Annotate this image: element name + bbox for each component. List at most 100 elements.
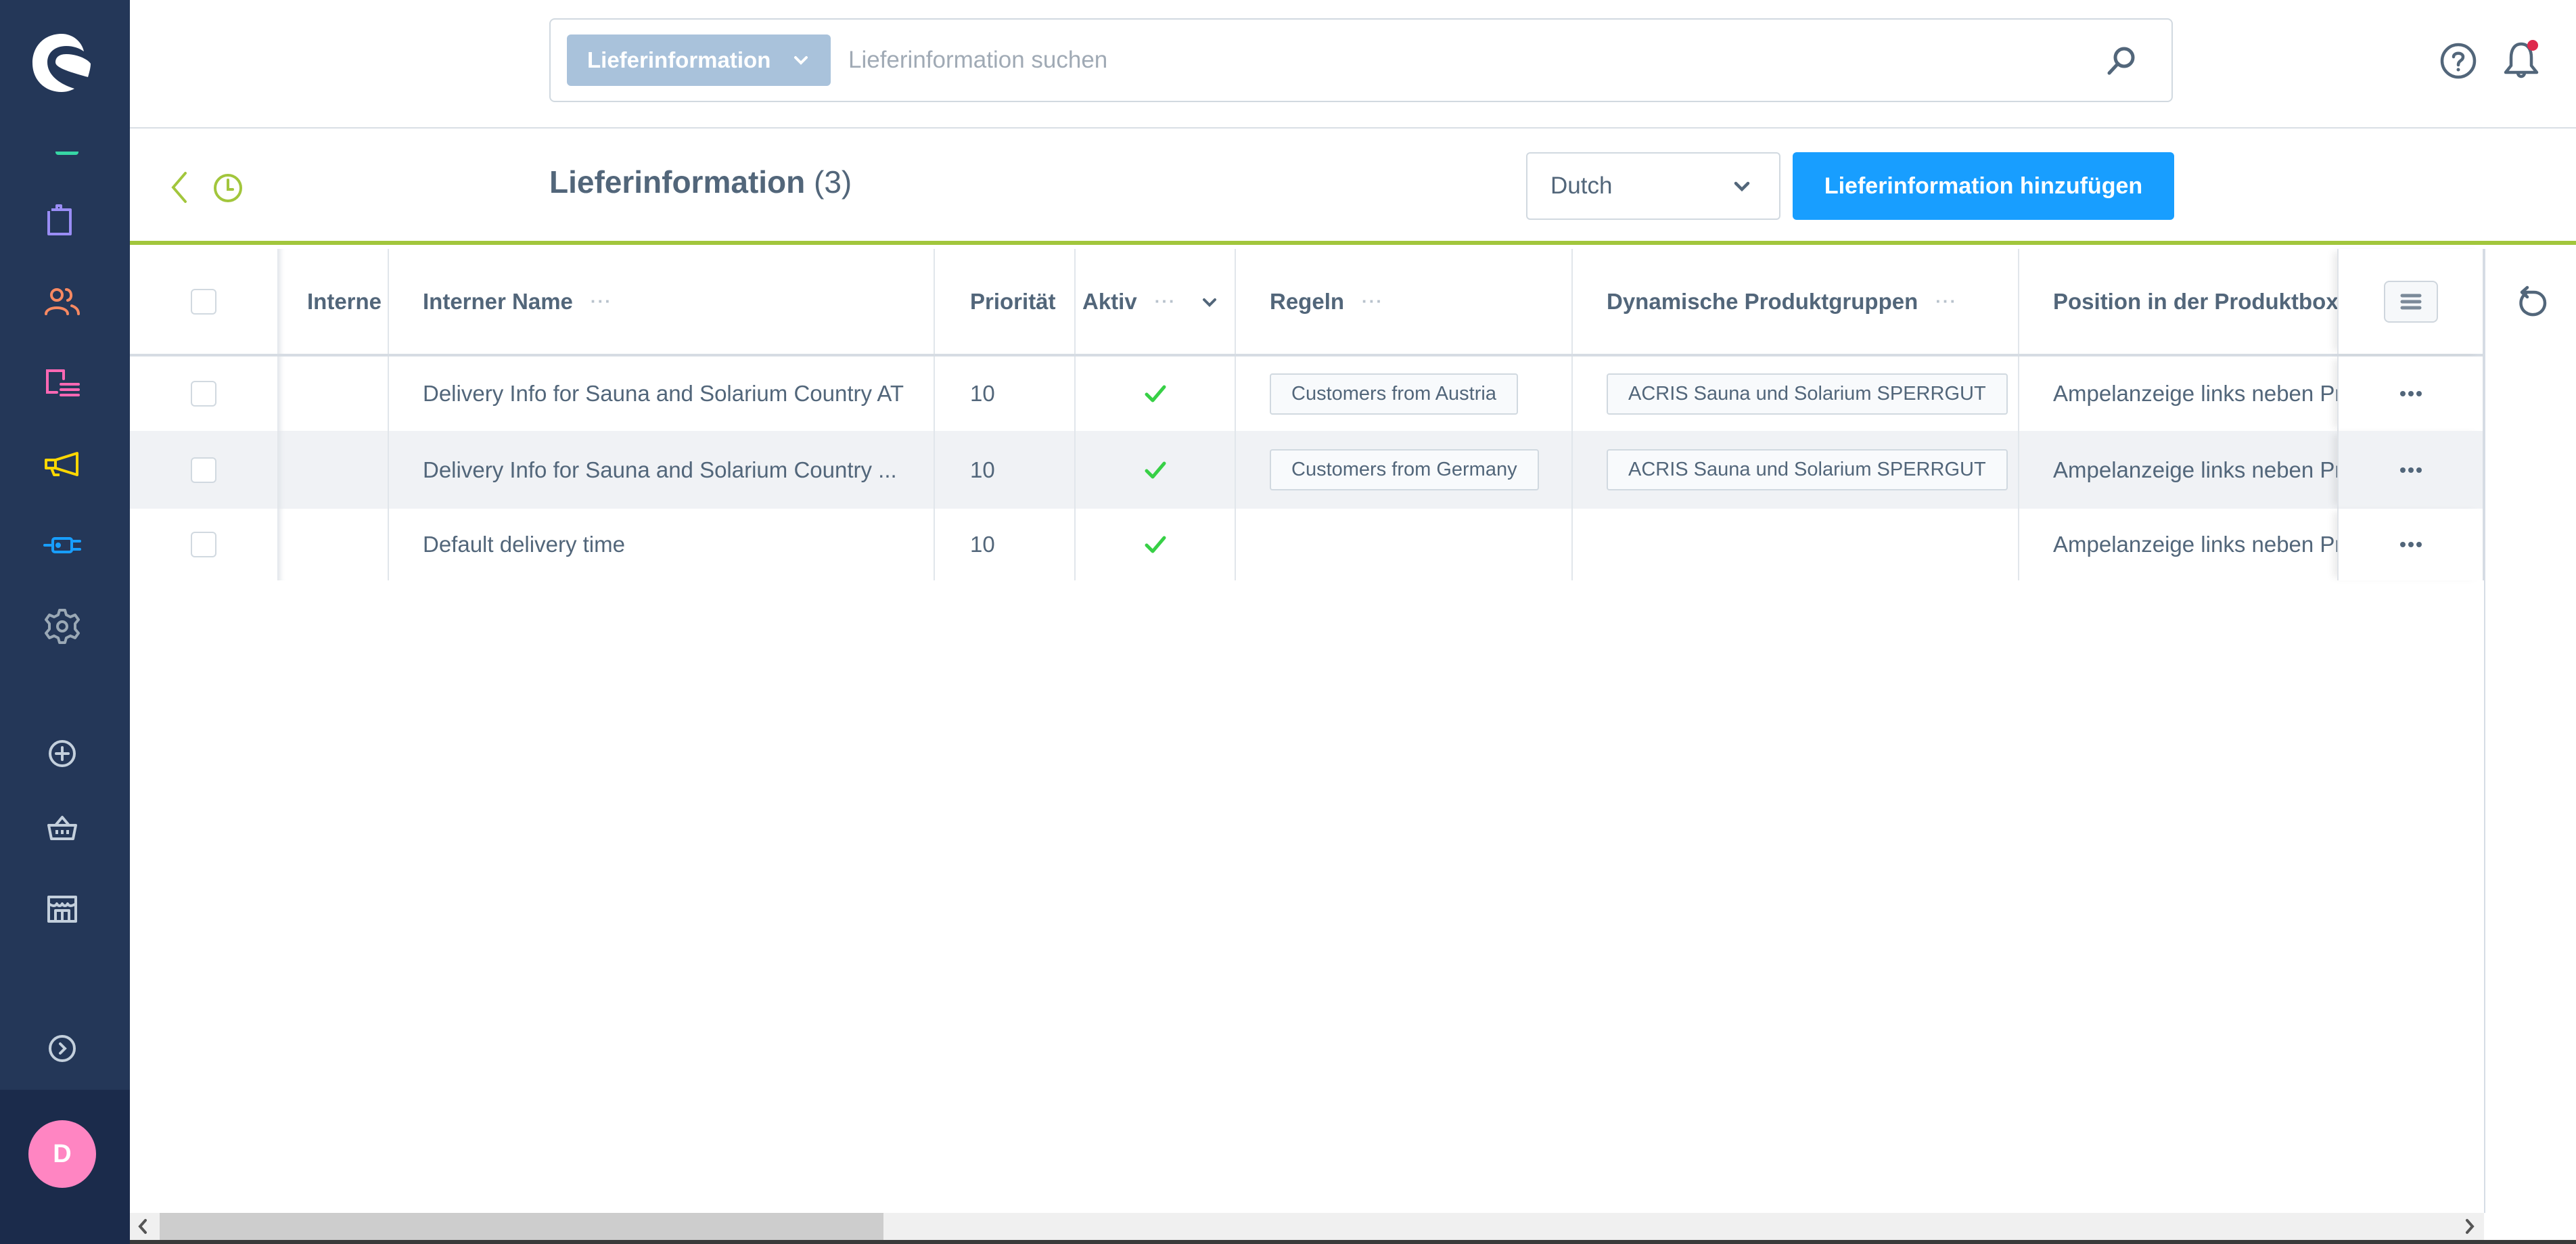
cell-dynamic-groups: ACRIS Sauna und Solarium SPERRGUT [1573, 356, 2019, 431]
admin-sidebar: D [0, 0, 130, 1244]
chevron-circle-right-icon [49, 1035, 76, 1062]
cell-internal-name[interactable]: Default delivery time [389, 509, 935, 580]
back-icon[interactable] [169, 170, 189, 204]
nav-catalog[interactable] [42, 200, 83, 241]
basket-icon [47, 816, 77, 840]
cell-dynamic-groups: ACRIS Sauna und Solarium SPERRGUT [1573, 431, 2019, 509]
cell-internal-name[interactable]: Delivery Info for Sauna and Solarium Cou… [389, 431, 935, 509]
cell-priority: 10 [935, 356, 1076, 431]
cell-interne [277, 356, 389, 431]
page-header: Lieferinformation (3) Dutch Lieferinform… [130, 130, 2576, 245]
row-checkbox[interactable] [191, 381, 216, 407]
add-sales-channel[interactable] [42, 733, 83, 774]
cell-dynamic-groups [1573, 509, 2019, 580]
user-avatar[interactable]: D [28, 1120, 96, 1188]
table-row[interactable]: Delivery Info for Sauna and Solarium Cou… [130, 431, 2484, 509]
cell-priority: 10 [935, 509, 1076, 580]
select-all-cell [130, 249, 277, 354]
rule-tag: Customers from Austria [1270, 373, 1518, 415]
checkmark-icon [1145, 385, 1166, 402]
reset-icon[interactable] [2514, 284, 2550, 321]
nav-extensions[interactable] [42, 525, 83, 566]
megaphone-icon [45, 452, 78, 476]
shopware-logo[interactable] [31, 32, 92, 93]
column-header-dynamic-product-groups[interactable]: Dynamische Produktgruppen ··· [1573, 249, 2019, 354]
search-type-selector[interactable]: Lieferinformation [567, 34, 831, 86]
horizontal-scrollbar[interactable] [130, 1213, 2484, 1240]
gear-icon [45, 609, 80, 644]
window-bottom-edge [130, 1240, 2576, 1244]
sidebar-user-area: D [0, 1090, 130, 1244]
nav-customers[interactable] [42, 281, 83, 322]
column-header-internal-name[interactable]: Interner Name ··· [389, 249, 935, 354]
plug-icon [43, 537, 81, 553]
column-menu-icon[interactable]: ··· [1155, 291, 1176, 312]
cell-row-actions [2337, 431, 2484, 509]
content-icon [46, 369, 80, 396]
cell-internal-name[interactable]: Delivery Info for Sauna and Solarium Cou… [389, 356, 935, 431]
grid-sidebar [2484, 249, 2576, 1213]
column-header-priority[interactable]: Priorität [935, 249, 1076, 354]
column-menu-icon[interactable]: ··· [591, 291, 612, 312]
cell-active [1076, 509, 1236, 580]
column-header-active[interactable]: Aktiv ··· [1076, 249, 1236, 354]
language-select-value: Dutch [1550, 172, 1613, 199]
row-checkbox[interactable] [191, 457, 216, 483]
sales-channel-headless[interactable] [42, 889, 83, 929]
checkmark-icon [1145, 536, 1166, 553]
scrollbar-thumb[interactable] [160, 1213, 883, 1240]
language-select[interactable]: Dutch [1526, 152, 1780, 220]
column-menu-icon[interactable]: ··· [1362, 291, 1383, 312]
table-row[interactable]: Default delivery time 10 Ampelanzeige li… [130, 509, 2484, 580]
shopping-bag-icon [47, 204, 72, 235]
page-title-count: (3) [814, 164, 852, 200]
hamburger-icon [2400, 294, 2421, 309]
nav-settings[interactable] [42, 606, 83, 647]
table-row[interactable]: Delivery Info for Sauna and Solarium Cou… [130, 356, 2484, 431]
table-header-row: Interne Interner Name ··· Priorität Akti… [130, 249, 2484, 356]
scroll-left-icon[interactable] [135, 1218, 150, 1235]
cell-rules: Customers from Germany [1236, 431, 1573, 509]
notification-badge [2527, 40, 2538, 51]
rule-tag: Customers from Germany [1270, 449, 1539, 490]
cell-active [1076, 356, 1236, 431]
select-all-checkbox[interactable] [191, 288, 216, 315]
nav-content[interactable] [42, 363, 83, 403]
search-icon[interactable] [2104, 44, 2138, 78]
search-type-label: Lieferinformation [587, 47, 771, 72]
more-actions-icon[interactable] [2399, 540, 2422, 549]
column-settings-button[interactable] [2383, 280, 2438, 323]
scroll-right-icon[interactable] [2462, 1218, 2477, 1235]
column-header-interne[interactable]: Interne [277, 249, 389, 354]
more-actions-icon[interactable] [2399, 465, 2422, 475]
cell-row-actions [2337, 356, 2484, 431]
add-delivery-information-button[interactable]: Lieferinformation hinzufügen [1793, 152, 2174, 220]
page-title: Lieferinformation (3) [549, 164, 852, 200]
sort-descending-icon[interactable] [1201, 294, 1218, 311]
sidebar-expand-toggle[interactable] [42, 1028, 83, 1069]
column-settings-cell [2337, 249, 2484, 354]
users-icon [45, 288, 80, 315]
row-checkbox[interactable] [191, 532, 216, 557]
checkmark-icon [1145, 461, 1166, 478]
column-header-rules[interactable]: Regeln ··· [1236, 249, 1573, 354]
more-actions-icon[interactable] [2399, 389, 2422, 398]
top-bar: Lieferinformation [130, 0, 2576, 129]
cell-interne [277, 509, 389, 580]
sales-channel-storefront[interactable] [42, 808, 83, 848]
cell-position: Ampelanzeige links neben Pr [2053, 381, 2337, 406]
plus-circle-icon [49, 740, 76, 767]
bell-icon[interactable] [2498, 37, 2545, 85]
chevron-down-icon [794, 56, 808, 65]
cell-active [1076, 431, 1236, 509]
search-input[interactable] [848, 34, 2066, 86]
cell-rules [1236, 509, 1573, 580]
help-icon[interactable] [2438, 41, 2479, 81]
clock-icon[interactable] [212, 172, 244, 204]
cell-row-actions [2337, 509, 2484, 580]
chevron-down-icon [1734, 181, 1750, 192]
cell-priority: 10 [935, 431, 1076, 509]
column-header-position[interactable]: Position in der Produktbox [2019, 249, 2337, 354]
column-menu-icon[interactable]: ··· [1935, 291, 1957, 312]
nav-marketing[interactable] [42, 444, 83, 484]
